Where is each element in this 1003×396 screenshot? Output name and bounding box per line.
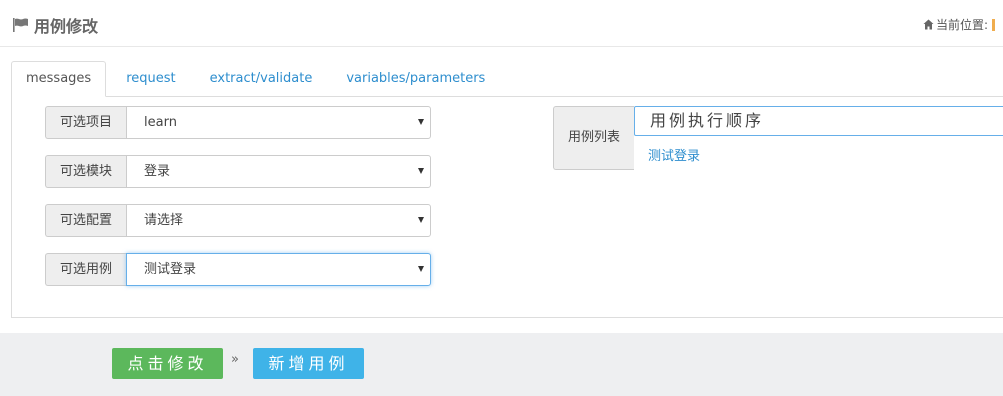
module-row: 可选模块 登录 [45,155,431,188]
tab-request[interactable]: request [112,62,189,96]
tab-messages[interactable]: messages [11,61,107,97]
modify-button[interactable]: 点击修改 [112,348,223,379]
page-title: 用例修改 [12,13,98,37]
module-select-value: 登录 [144,164,171,179]
execution-order-field[interactable]: 用例执行顺序 [634,106,1003,136]
tab-variables-parameters[interactable]: variables/parameters [332,62,499,96]
config-select[interactable]: 请选择 [126,204,431,237]
caret-down-icon [418,168,424,174]
config-label: 可选配置 [45,204,126,237]
project-row: 可选项目 learn [45,106,431,139]
case-list-area: 用例执行顺序 测试登录 [634,106,1003,170]
module-select[interactable]: 登录 [126,155,431,188]
flag-icon [13,18,28,32]
project-label: 可选项目 [45,106,126,139]
tab-bar: messages request extract/validate variab… [11,60,1003,97]
breadcrumb-marker [992,18,995,31]
project-select-value: learn [144,115,177,130]
case-label: 可选用例 [45,253,126,286]
page-title-text: 用例修改 [34,17,99,36]
case-select-value: 测试登录 [144,262,197,277]
case-list-label: 用例列表 [553,106,634,170]
page-header: 用例修改 当前位置: [0,0,1003,47]
case-row: 可选用例 测试登录 [45,253,431,286]
home-icon [923,19,934,30]
add-case-button[interactable]: 新增用例 [253,348,364,379]
action-bar: 点击修改 » 新增用例 [0,333,1003,396]
case-list-item[interactable]: 测试登录 [648,145,700,164]
config-select-value: 请选择 [144,213,184,228]
tab-content-messages: 可选项目 learn 可选模块 登录 可选配置 请选择 可选用例 测试登录 用例… [11,96,1003,318]
project-select[interactable]: learn [126,106,431,139]
breadcrumb: 当前位置: [923,16,995,33]
separator: » [231,352,239,367]
caret-down-icon [418,217,424,223]
tab-extract-validate[interactable]: extract/validate [196,62,327,96]
caret-down-icon [418,266,424,272]
breadcrumb-label: 当前位置: [935,18,988,32]
case-select[interactable]: 测试登录 [126,253,431,286]
case-list-group: 用例列表 用例执行顺序 测试登录 [553,106,1003,170]
module-label: 可选模块 [45,155,126,188]
config-row: 可选配置 请选择 [45,204,431,237]
edit-panel: messages request extract/validate variab… [11,60,1003,318]
caret-down-icon [418,119,424,125]
